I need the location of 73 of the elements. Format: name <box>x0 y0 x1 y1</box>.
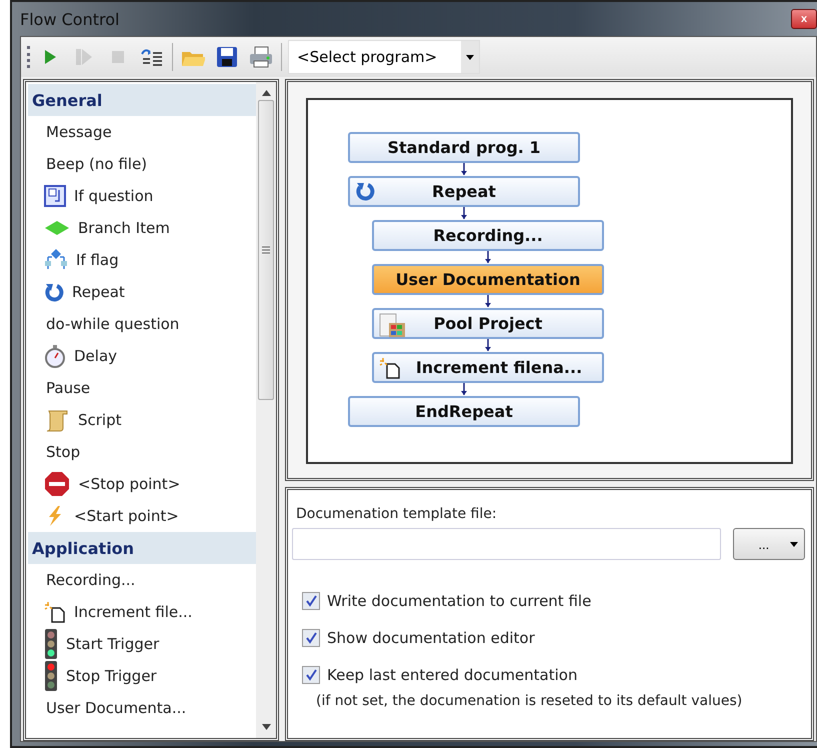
note-text: (if not set, the documenation is reseted to its default values) <box>316 693 744 709</box>
play-icon <box>43 49 57 65</box>
connector-arrow <box>483 295 493 308</box>
connector-arrow <box>459 207 469 220</box>
question-block-icon <box>44 185 66 207</box>
list-icon <box>140 47 164 67</box>
window-title: Flow Control <box>20 10 120 28</box>
toolbox-item[interactable]: If question <box>28 180 256 212</box>
toolbox-item[interactable]: Beep (no file) <box>28 148 256 180</box>
toolbox-item[interactable]: Start Trigger <box>28 628 256 660</box>
diamond-icon <box>44 220 70 236</box>
toolbox-item[interactable]: <Start point> <box>28 500 256 532</box>
toolbox-item[interactable]: Repeat <box>28 276 256 308</box>
stopwatch-icon <box>44 344 66 368</box>
dropdown-arrow-icon <box>466 54 474 60</box>
stop-sign-icon <box>44 471 70 497</box>
traffic-light-icon <box>44 629 58 659</box>
scrollbar[interactable] <box>256 82 276 738</box>
scroll-up-icon[interactable] <box>262 90 270 96</box>
toolbox-item[interactable]: User Documenta... <box>28 692 256 724</box>
grip-icon <box>262 246 270 254</box>
repeat-icon <box>355 181 375 201</box>
close-button[interactable]: x <box>791 9 817 29</box>
checkbox[interactable] <box>302 592 320 610</box>
template-label: Documenation template file: <box>296 506 498 522</box>
toolbox-item[interactable]: Stop Trigger <box>28 660 256 692</box>
program-select[interactable]: <Select program> <box>288 40 480 74</box>
flow-node[interactable]: Recording... <box>372 220 604 251</box>
new-file-icon <box>379 357 401 379</box>
toolbox-item[interactable]: Branch Item <box>28 212 256 244</box>
flow-node[interactable]: Pool Project <box>372 308 604 339</box>
new-file-icon <box>44 601 66 623</box>
flow-node[interactable]: Increment filena... <box>372 352 604 383</box>
toolbox-item[interactable]: Message <box>28 116 256 148</box>
checkbox-label: Keep last entered documentation <box>327 666 578 684</box>
toolbox-item[interactable]: Recording... <box>28 564 256 596</box>
connector-arrow <box>459 163 469 176</box>
toolbox-item[interactable]: Pause <box>28 372 256 404</box>
connector-arrow <box>483 339 493 352</box>
template-field[interactable] <box>292 528 722 560</box>
flow-node[interactable]: Repeat <box>348 176 580 207</box>
toolbox-item[interactable]: Delay <box>28 340 256 372</box>
browse-button[interactable]: ... <box>733 528 805 560</box>
printer-icon <box>249 46 273 68</box>
scroll-icon <box>44 408 70 432</box>
flowchart-icon <box>44 248 68 272</box>
save-icon <box>216 46 238 68</box>
checkbox[interactable] <box>302 666 320 684</box>
flow-node[interactable]: Standard prog. 1 <box>348 132 580 163</box>
repeat-icon <box>44 282 64 302</box>
stop-icon <box>111 50 125 64</box>
document-chart-icon <box>379 313 407 339</box>
toolbox-item[interactable]: Stop <box>28 436 256 468</box>
connector-arrow <box>483 251 493 264</box>
checkbox[interactable] <box>302 628 320 646</box>
group-header[interactable]: Application <box>28 532 256 564</box>
flow-node[interactable]: EndRepeat <box>348 396 580 427</box>
toolbox-item[interactable]: If flag <box>28 244 256 276</box>
toolbox-item[interactable]: <Stop point> <box>28 468 256 500</box>
scroll-thumb[interactable] <box>258 100 274 400</box>
group-header[interactable]: General <box>28 84 256 116</box>
toolbar-grip[interactable] <box>27 46 30 68</box>
step-icon <box>74 47 94 67</box>
flow-node[interactable]: User Documentation <box>372 264 604 295</box>
checkbox-label: Write documentation to current file <box>327 592 592 610</box>
toolbox-item[interactable]: do-while question <box>28 308 256 340</box>
dropdown-arrow-icon <box>790 542 798 546</box>
scroll-down-icon[interactable] <box>262 724 270 730</box>
toolbox-item[interactable]: Increment file... <box>28 596 256 628</box>
toolbox-item[interactable]: Script <box>28 404 256 436</box>
traffic-light-icon <box>44 661 58 691</box>
connector-arrow <box>459 383 469 396</box>
checkbox-label: Show documentation editor <box>327 628 535 646</box>
